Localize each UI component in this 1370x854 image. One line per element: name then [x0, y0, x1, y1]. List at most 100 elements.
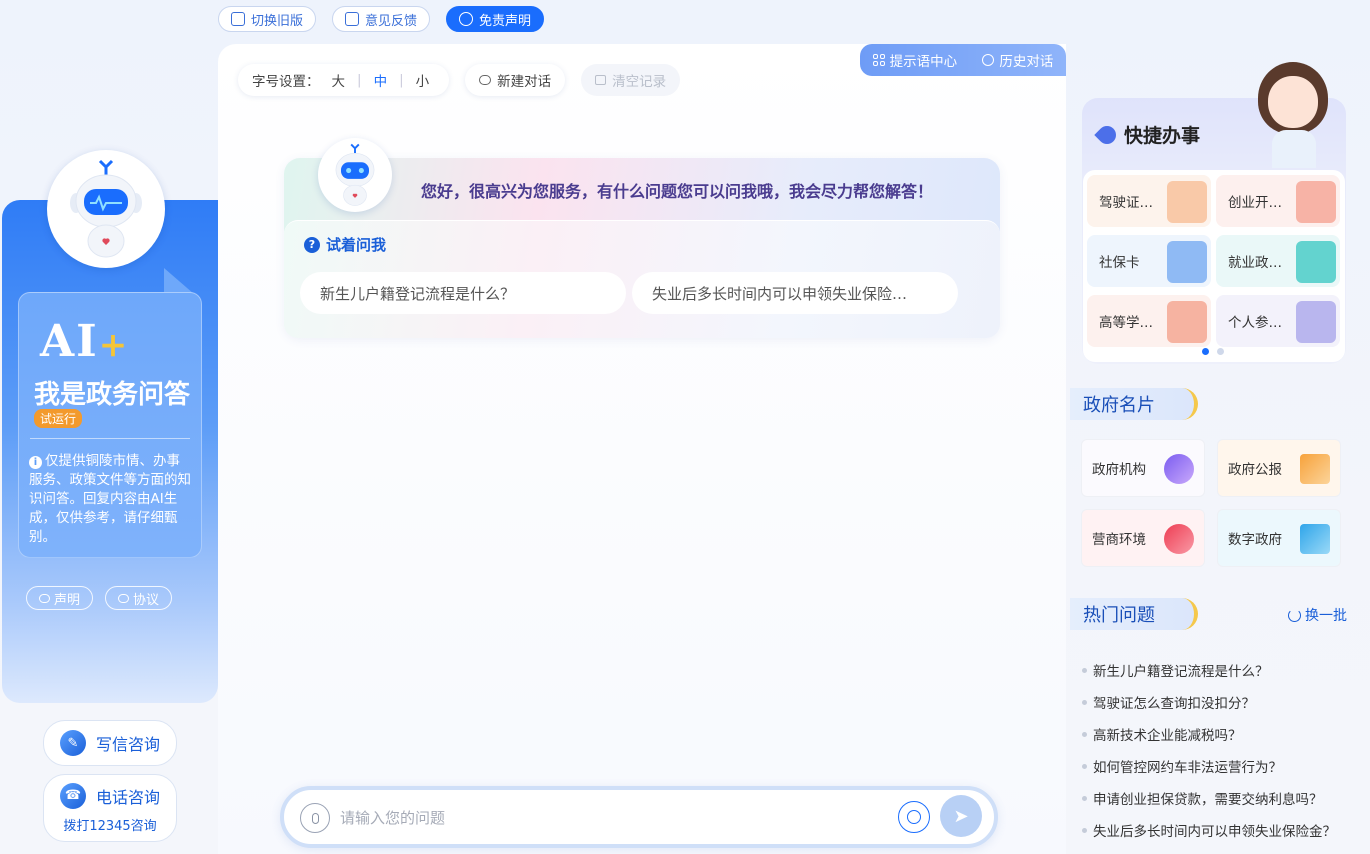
disclaimer-text: i 仅提供铜陵市情、办事服务、政策文件等方面的知识问答。回复内容由AI生成，仅供参…	[29, 452, 193, 547]
carousel-dot[interactable]	[1202, 348, 1209, 355]
gov-item-label: 营商环境	[1092, 532, 1146, 548]
edit-icon	[345, 12, 360, 26]
refresh-icon	[1288, 608, 1301, 622]
prompt-center-tab[interactable]: 提示语中心	[872, 50, 958, 70]
hot-question-item[interactable]: 失业后多长时间内可以申领失业保险金？	[1082, 814, 1336, 846]
quick-services-label: 快捷办事	[1124, 125, 1201, 147]
quick-item-label: 创业开…	[1228, 195, 1282, 211]
statement-link[interactable]: 声明	[26, 586, 94, 610]
file-icon	[1296, 301, 1336, 343]
quick-item-label: 高等学…	[1099, 315, 1153, 331]
feedback-button[interactable]: 意见反馈	[332, 6, 431, 32]
try-asking-label: 试着问我	[326, 236, 387, 254]
font-size-setting: 字号设置： 大 | 中 | 小	[238, 64, 450, 96]
refresh-button[interactable]: 换一批	[1288, 605, 1347, 625]
hot-questions-list: 新生儿户籍登记流程是什么？ 驾驶证怎么查询扣没扣分？ 高新技术企业能减税吗？ 如…	[1082, 654, 1336, 846]
phone-icon: ☎	[59, 782, 86, 809]
new-chat-button[interactable]: 新建对话	[465, 64, 566, 96]
info-icon: i	[29, 456, 42, 469]
quick-item-driver-license[interactable]: 驾驶证…	[1087, 175, 1211, 227]
chat-bubble-icon	[39, 593, 50, 603]
phone-consult-button[interactable]: ☎ 电话咨询 拨打12345咨询	[43, 774, 177, 842]
slogan: 我是政务问答	[34, 380, 191, 410]
phone-consult-sub: 拨打12345咨询	[63, 818, 157, 834]
disclaimer-content: 仅提供铜陵市情、办事服务、政策文件等方面的知识问答。回复内容由AI生成，仅供参考…	[29, 453, 191, 545]
question-input[interactable]	[340, 804, 880, 832]
history-label: 历史对话	[999, 54, 1054, 70]
rocket-icon	[1094, 121, 1120, 148]
quick-item-label: 社保卡	[1099, 255, 1140, 271]
carousel-dot[interactable]	[1217, 348, 1224, 355]
font-size-large[interactable]: 大	[326, 70, 352, 90]
gov-item-label: 政府公报	[1228, 462, 1282, 478]
statement-label: 声明	[54, 592, 81, 608]
quick-item-employment-policy[interactable]: 就业政…	[1216, 235, 1340, 287]
write-consult-button[interactable]: ✎ 写信咨询	[43, 720, 177, 766]
bulletin-icon	[1300, 454, 1330, 484]
gov-item-bulletin[interactable]: 政府公报	[1217, 439, 1341, 497]
try-asking-title: ? 试着问我	[304, 234, 386, 255]
microphone-icon[interactable]	[300, 803, 330, 833]
quick-item-business-start[interactable]: 创业开…	[1216, 175, 1340, 227]
prompt-center-label: 提示语中心	[889, 54, 958, 70]
hot-question-item[interactable]: 高新技术企业能减税吗？	[1082, 718, 1336, 750]
business-icon	[1164, 524, 1194, 554]
disclaimer-button[interactable]: 免责声明	[446, 6, 545, 32]
quick-services-title: 快捷办事	[1094, 121, 1201, 148]
switch-old-version-button[interactable]: 切换旧版	[218, 6, 317, 32]
card-icon	[1167, 241, 1207, 283]
font-size-small[interactable]: 小	[410, 70, 436, 90]
suggestion-chip[interactable]: 新生儿户籍登记流程是什么？	[300, 272, 626, 314]
question-icon: ?	[304, 236, 320, 253]
agreement-link[interactable]: 协议	[105, 586, 173, 610]
bubble-tail	[164, 268, 194, 294]
gov-item-business-env[interactable]: 营商环境	[1081, 509, 1205, 567]
new-chat-label: 新建对话	[497, 74, 552, 90]
ai-logo-text: AI	[40, 316, 99, 367]
suggestion-chip[interactable]: 失业后多长时间内可以申领失业保险…	[632, 272, 958, 314]
robot-icon	[335, 143, 375, 206]
ai-logo-plus: +	[98, 325, 130, 365]
gov-item-digital-gov[interactable]: 数字政府	[1217, 509, 1341, 567]
top-bar: 切换旧版 意见反馈 免责声明	[218, 6, 545, 32]
history-tab[interactable]: 历史对话	[982, 50, 1053, 70]
font-size-medium[interactable]: 中	[368, 70, 394, 90]
hot-question-item[interactable]: 如何管控网约车非法运营行为？	[1082, 750, 1336, 782]
chat-toolbar: 字号设置： 大 | 中 | 小 新建对话 清空记录	[238, 64, 681, 96]
switch-icon	[231, 12, 245, 26]
quick-item-personal-insurance[interactable]: 个人参…	[1216, 295, 1340, 347]
switch-old-version-label: 切换旧版	[251, 13, 304, 29]
chat-tabs: 提示语中心 历史对话	[860, 44, 1066, 76]
hot-question-item[interactable]: 新生儿户籍登记流程是什么？	[1082, 654, 1336, 686]
ai-logo: AI+	[40, 316, 129, 367]
hot-question-item[interactable]: 申请创业担保贷款，需要交纳利息吗？	[1082, 782, 1336, 814]
quick-item-social-card[interactable]: 社保卡	[1087, 235, 1211, 287]
quick-item-higher-education[interactable]: 高等学…	[1087, 295, 1211, 347]
gov-item-institutions[interactable]: 政府机构	[1081, 439, 1205, 497]
hot-questions-title: 热门问题	[1070, 598, 1198, 630]
gov-item-label: 政府机构	[1092, 462, 1146, 478]
chat-bubble-icon	[118, 593, 130, 603]
send-button[interactable]: ➤	[940, 795, 982, 837]
phone-consult-label: 电话咨询	[95, 787, 160, 807]
quick-item-label: 个人参…	[1228, 315, 1282, 331]
write-consult-label: 写信咨询	[95, 735, 160, 754]
grid-icon	[872, 54, 885, 66]
letter-icon: ✎	[59, 730, 86, 756]
gov-item-label: 数字政府	[1228, 532, 1282, 548]
clock-icon	[982, 54, 995, 66]
chat-bubble-icon	[479, 75, 492, 85]
feedback-label: 意见反馈	[365, 13, 418, 29]
greeting-text: 您好，很高兴为您服务，有什么问题您可以问我哦，我会尽力帮您解答！	[421, 182, 934, 201]
robot-avatar	[47, 150, 165, 268]
assistant-girl-illustration	[1250, 60, 1336, 168]
clear-records-label: 清空记录	[612, 74, 667, 90]
atom-icon[interactable]	[898, 801, 930, 833]
agreement-label: 协议	[133, 592, 160, 608]
hot-question-item[interactable]: 驾驶证怎么查询扣没扣分？	[1082, 686, 1336, 718]
trial-badge: 试运行	[34, 409, 83, 428]
refresh-label: 换一批	[1305, 608, 1347, 624]
robot-icon	[70, 159, 142, 258]
carousel-dots[interactable]	[1202, 348, 1224, 355]
clear-records-button[interactable]: 清空记录	[581, 64, 681, 96]
